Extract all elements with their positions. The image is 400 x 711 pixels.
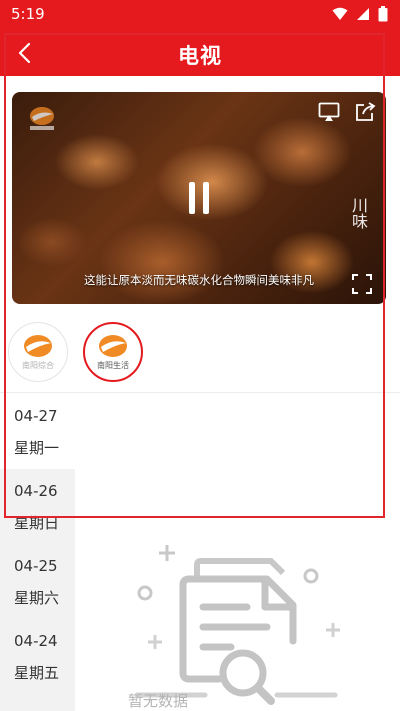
app-root: 5:19 电视 川味 这能让原本淡而无味碳水化合物瞬间美味非凡 南阳综合 南阳生…: [0, 0, 400, 711]
channel-name: 南阳生活: [97, 360, 129, 370]
date-day: 04-25: [14, 557, 58, 575]
date-item[interactable]: 04-27 星期一: [0, 394, 75, 469]
channel-logo-icon: [99, 334, 127, 357]
fullscreen-icon[interactable]: [352, 274, 372, 294]
date-weekday: 星期五: [14, 664, 60, 682]
date-weekday: 星期六: [14, 589, 60, 607]
date-day: 04-26: [14, 482, 58, 500]
signal-icon: [357, 8, 369, 20]
channel-watermark-icon: [30, 107, 54, 130]
empty-document-icon: [135, 545, 340, 705]
channel-item-nanyang-shenghuo[interactable]: 南阳生活: [83, 322, 143, 382]
video-topbar: [318, 102, 376, 122]
date-day: 04-24: [14, 632, 58, 650]
video-watermark-text: 川味: [349, 197, 368, 229]
wifi-icon: [332, 7, 348, 20]
status-icons: [332, 6, 388, 22]
video-player[interactable]: 川味 这能让原本淡而无味碳水化合物瞬间美味非凡: [12, 92, 386, 304]
page-title: 电视: [178, 44, 222, 68]
app-header: 电视: [0, 30, 400, 76]
status-bar: 5:19: [0, 0, 400, 30]
date-weekday: 星期一: [14, 439, 60, 457]
date-item[interactable]: 04-24 星期五: [0, 619, 75, 694]
date-weekday: 星期日: [14, 514, 60, 532]
battery-icon: [378, 6, 388, 22]
channel-item-nanyang-zonghe[interactable]: 南阳综合: [8, 322, 68, 382]
channel-selector: 南阳综合 南阳生活: [0, 316, 400, 386]
date-day: 04-27: [14, 407, 58, 425]
channel-logo-icon: [24, 334, 52, 357]
pause-icon[interactable]: [187, 180, 211, 216]
date-item[interactable]: 04-25 星期六: [0, 544, 75, 619]
status-time: 5:19: [11, 5, 45, 23]
empty-state-text: 暂无数据: [128, 692, 189, 710]
video-subtitle: 这能让原本淡而无味碳水化合物瞬间美味非凡: [84, 273, 314, 287]
date-item[interactable]: 04-26 星期日: [0, 469, 75, 544]
divider: [0, 392, 400, 393]
share-icon[interactable]: [354, 102, 376, 122]
channel-name: 南阳综合: [22, 360, 54, 370]
cast-icon[interactable]: [318, 102, 340, 122]
date-list: 04-27 星期一 04-26 星期日 04-25 星期六 04-24 星期五: [0, 394, 75, 711]
